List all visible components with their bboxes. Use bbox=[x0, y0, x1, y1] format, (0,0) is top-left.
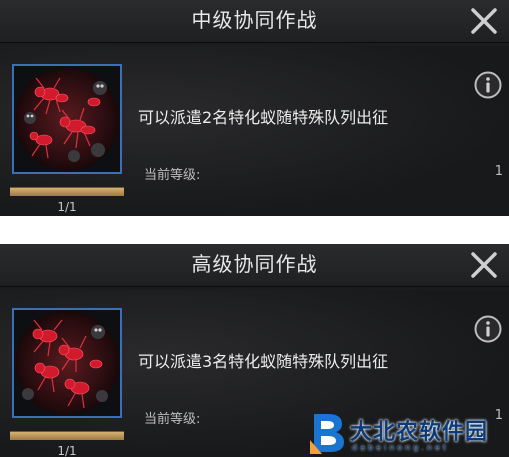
info-icon[interactable] bbox=[473, 70, 503, 100]
progress-text: 1/1 bbox=[57, 200, 77, 214]
close-icon[interactable] bbox=[467, 4, 501, 38]
current-level-value: 1 bbox=[494, 164, 503, 179]
panel-title: 中级协同作战 bbox=[191, 8, 318, 32]
current-level-label: 当前等级: bbox=[144, 168, 201, 183]
info-icon[interactable] bbox=[473, 314, 503, 344]
panel-body: 1/1 可以派遣2名特化蚁随特殊队列出征 当前等级: 1 bbox=[0, 46, 509, 216]
ant-squad-portrait bbox=[12, 308, 122, 418]
progress-bar bbox=[10, 187, 124, 196]
watermark-text: 大北农软件园 bbox=[350, 420, 489, 445]
close-icon[interactable] bbox=[467, 248, 501, 282]
watermark-logo-icon bbox=[310, 414, 344, 454]
current-level-label: 当前等级: bbox=[144, 412, 201, 427]
ant-squad-portrait bbox=[12, 64, 122, 174]
panel-header: 高级协同作战 bbox=[0, 244, 509, 287]
watermark: 大北农软件园 dabeinong.net bbox=[308, 410, 509, 457]
skill-description: 可以派遣2名特化蚁随特殊队列出征 bbox=[138, 108, 389, 127]
progress-fill bbox=[10, 432, 124, 440]
watermark-subtext: dabeinong.net bbox=[352, 443, 449, 452]
skill-panel-mid: 中级协同作战 1/1 可以派遣2名特化蚁随特殊队列出征 当前等级: 1 bbox=[0, 0, 509, 216]
progress-fill bbox=[10, 188, 124, 196]
progress-text: 1/1 bbox=[57, 444, 77, 457]
panel-title: 高级协同作战 bbox=[191, 252, 318, 276]
panel-gap bbox=[0, 216, 509, 244]
panel-header: 中级协同作战 bbox=[0, 0, 509, 43]
skill-description: 可以派遣3名特化蚁随特殊队列出征 bbox=[138, 352, 389, 371]
progress-bar bbox=[10, 431, 124, 440]
